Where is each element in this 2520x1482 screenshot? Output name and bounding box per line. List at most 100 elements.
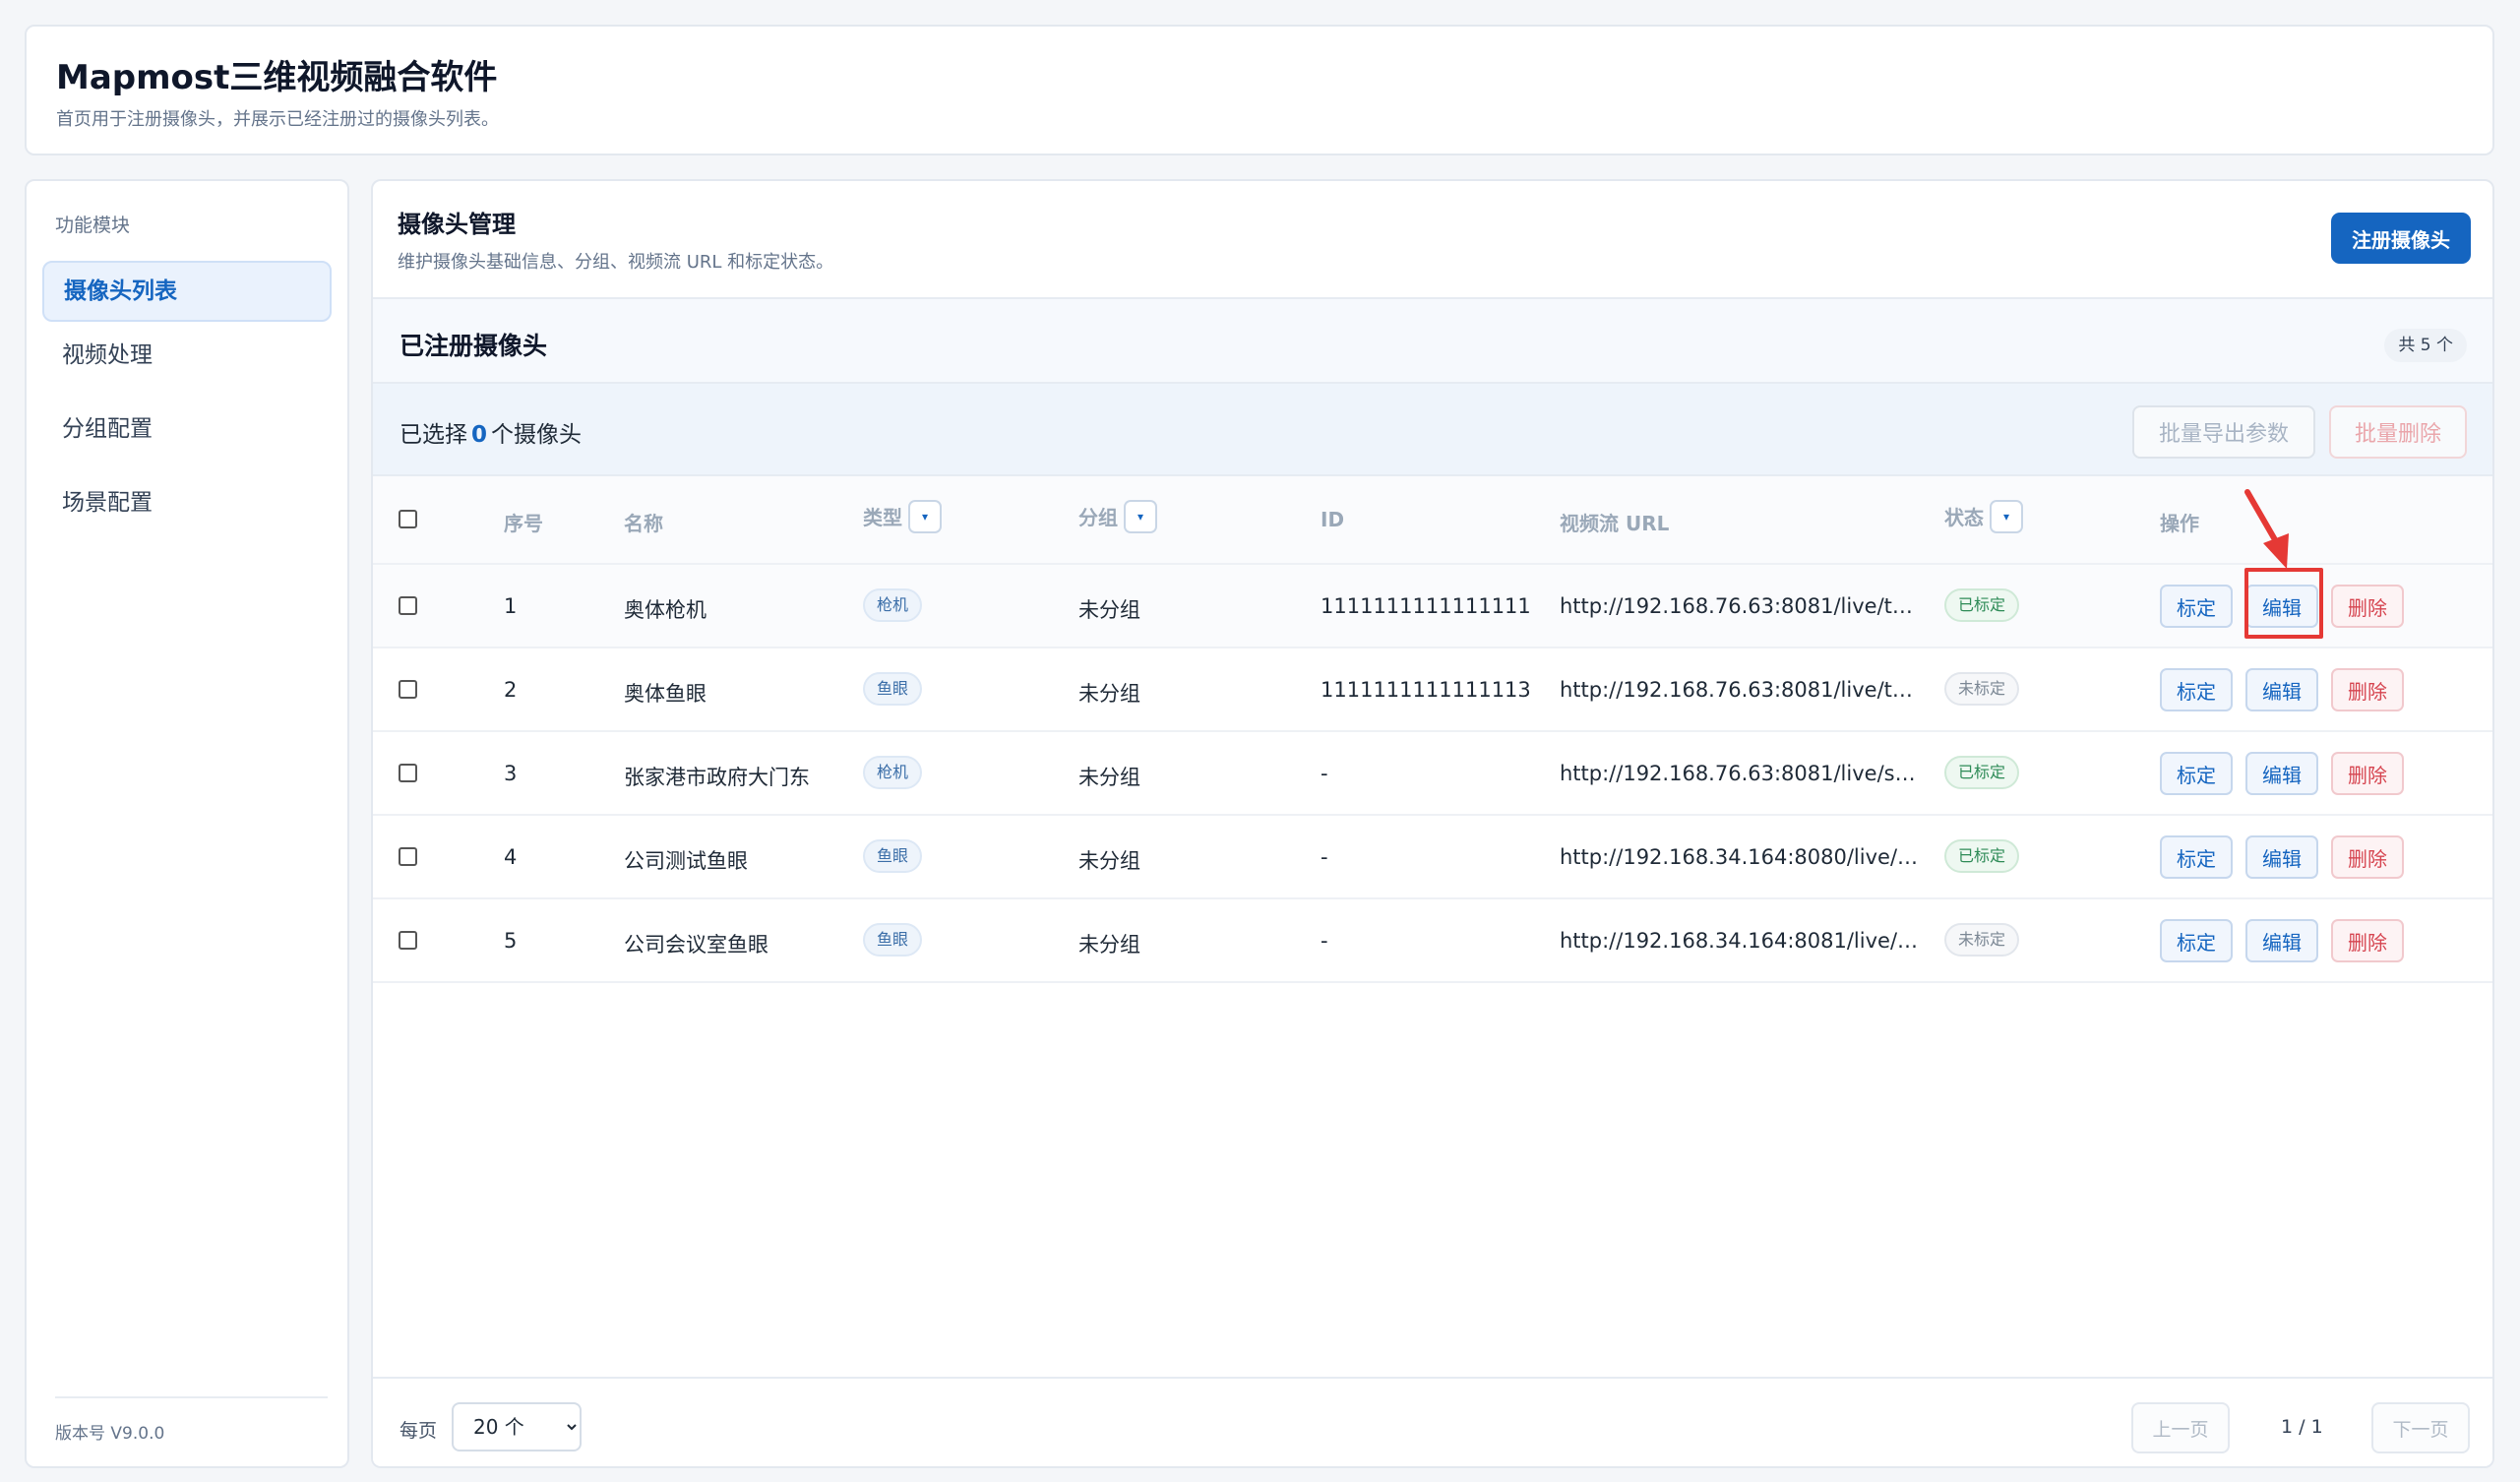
delete-button[interactable]: 删除 bbox=[2331, 752, 2404, 795]
calibrate-button[interactable]: 标定 bbox=[2160, 919, 2233, 962]
type-filter-icon[interactable]: ▾ bbox=[908, 499, 942, 533]
sidebar: 功能模块 摄像头列表 视频处理 分组配置 场景配置 版本号 V9.0.0 bbox=[25, 179, 349, 1468]
total-count-badge: 共 5 个 bbox=[2384, 329, 2467, 362]
edit-button[interactable]: 编辑 bbox=[2245, 668, 2318, 711]
edit-button[interactable]: 编辑 bbox=[2245, 585, 2318, 628]
row-group: 未分组 bbox=[1078, 933, 1140, 957]
page-info: 1 / 1 bbox=[2281, 1416, 2323, 1438]
app-header: Mapmost三维视频融合软件 首页用于注册摄像头，并展示已经注册过的摄像头列表… bbox=[25, 25, 2494, 155]
row-url: http://192.168.34.164:8081/live/0··· bbox=[1560, 929, 1924, 953]
app-title: Mapmost三维视频融合软件 bbox=[56, 58, 498, 97]
calibrate-button[interactable]: 标定 bbox=[2160, 835, 2233, 879]
col-type-label: 类型 bbox=[863, 506, 902, 529]
sidebar-item-scene-config[interactable]: 场景配置 bbox=[42, 472, 332, 533]
row-name: 奥体鱼眼 bbox=[624, 682, 707, 706]
type-badge: 鱼眼 bbox=[863, 672, 923, 706]
row-checkbox[interactable] bbox=[399, 596, 417, 615]
selection-suffix: 个摄像头 bbox=[491, 422, 583, 448]
status-badge: 未标定 bbox=[1944, 923, 2020, 957]
calibrate-button[interactable]: 标定 bbox=[2160, 668, 2233, 711]
row-name: 张家港市政府大门东 bbox=[624, 766, 810, 789]
col-type: 类型 ▾ bbox=[863, 499, 942, 536]
col-id: ID bbox=[1321, 508, 1345, 531]
sidebar-title: 功能模块 bbox=[55, 215, 131, 236]
row-checkbox[interactable] bbox=[399, 764, 417, 782]
row-index: 4 bbox=[504, 845, 518, 869]
row-name: 公司会议室鱼眼 bbox=[624, 933, 768, 957]
sidebar-item-camera-list[interactable]: 摄像头列表 bbox=[42, 261, 332, 322]
row-group: 未分组 bbox=[1078, 682, 1140, 706]
status-badge: 已标定 bbox=[1944, 839, 2020, 873]
table-row: 1 奥体枪机 枪机 未分组 1111111111111111 http://19… bbox=[373, 565, 2492, 648]
row-name: 奥体枪机 bbox=[624, 598, 707, 622]
bulk-export-button[interactable]: 批量导出参数 bbox=[2132, 405, 2315, 459]
row-group: 未分组 bbox=[1078, 598, 1140, 622]
row-index: 2 bbox=[504, 678, 518, 702]
row-url: http://192.168.76.63:8081/live/szf··· bbox=[1560, 762, 1924, 785]
bulk-delete-button[interactable]: 批量删除 bbox=[2329, 405, 2467, 459]
sidebar-item-label: 场景配置 bbox=[62, 490, 153, 516]
calibrate-button[interactable]: 标定 bbox=[2160, 585, 2233, 628]
edit-button[interactable]: 编辑 bbox=[2245, 919, 2318, 962]
row-checkbox[interactable] bbox=[399, 847, 417, 866]
registered-header: 已注册摄像头 共 5 个 bbox=[373, 297, 2492, 384]
row-index: 3 bbox=[504, 762, 518, 785]
sidebar-item-video-processing[interactable]: 视频处理 bbox=[42, 325, 332, 386]
type-badge: 鱼眼 bbox=[863, 839, 923, 873]
delete-button[interactable]: 删除 bbox=[2331, 835, 2404, 879]
pagination-bar: 每页 20 个 上一页 1 / 1 下一页 bbox=[373, 1377, 2492, 1466]
status-filter-icon[interactable]: ▾ bbox=[1990, 499, 2023, 533]
sidebar-divider bbox=[55, 1396, 328, 1398]
main-panel: 摄像头管理 维护摄像头基础信息、分组、视频流 URL 和标定状态。 注册摄像头 … bbox=[371, 179, 2494, 1468]
row-checkbox[interactable] bbox=[399, 931, 417, 950]
table-row: 5 公司会议室鱼眼 鱼眼 未分组 - http://192.168.34.164… bbox=[373, 899, 2492, 983]
row-url: http://192.168.34.164:8080/live/0··· bbox=[1560, 845, 1924, 869]
col-name: 名称 bbox=[624, 512, 663, 535]
edit-button[interactable]: 编辑 bbox=[2245, 752, 2318, 795]
type-badge: 枪机 bbox=[863, 756, 923, 789]
row-id: 1111111111111113 bbox=[1321, 678, 1531, 702]
delete-button[interactable]: 删除 bbox=[2331, 919, 2404, 962]
col-status: 状态 ▾ bbox=[1944, 499, 2023, 536]
row-id: - bbox=[1321, 762, 1328, 785]
sidebar-item-group-config[interactable]: 分组配置 bbox=[42, 399, 332, 460]
page-description: 维护摄像头基础信息、分组、视频流 URL 和标定状态。 bbox=[398, 252, 834, 273]
selection-bar: 已选择 0 个摄像头 批量导出参数 批量删除 bbox=[373, 384, 2492, 476]
col-group-label: 分组 bbox=[1078, 506, 1118, 529]
col-status-label: 状态 bbox=[1944, 506, 1984, 529]
delete-button[interactable]: 删除 bbox=[2331, 585, 2404, 628]
calibrate-button[interactable]: 标定 bbox=[2160, 752, 2233, 795]
row-name: 公司测试鱼眼 bbox=[624, 849, 748, 873]
delete-button[interactable]: 删除 bbox=[2331, 668, 2404, 711]
row-id: 1111111111111111 bbox=[1321, 594, 1531, 618]
page-size-select[interactable]: 20 个 bbox=[452, 1402, 582, 1451]
table-row: 3 张家港市政府大门东 枪机 未分组 - http://192.168.76.6… bbox=[373, 732, 2492, 816]
table-row: 4 公司测试鱼眼 鱼眼 未分组 - http://192.168.34.164:… bbox=[373, 816, 2492, 899]
sidebar-item-label: 视频处理 bbox=[62, 342, 153, 368]
next-page-button[interactable]: 下一页 bbox=[2371, 1402, 2470, 1453]
selection-count: 0 bbox=[471, 422, 488, 448]
group-filter-icon[interactable]: ▾ bbox=[1124, 499, 1157, 533]
annotation-arrow-icon bbox=[2244, 489, 2289, 569]
row-checkbox[interactable] bbox=[399, 680, 417, 699]
select-all-checkbox[interactable] bbox=[399, 510, 417, 528]
status-badge: 未标定 bbox=[1944, 672, 2020, 706]
sidebar-item-label: 摄像头列表 bbox=[64, 278, 177, 304]
col-url: 视频流 URL bbox=[1560, 512, 1670, 535]
row-index: 5 bbox=[504, 929, 518, 953]
status-badge: 已标定 bbox=[1944, 756, 2020, 789]
row-url: http://192.168.76.63:8081/live/te··· bbox=[1560, 678, 1924, 702]
row-id: - bbox=[1321, 929, 1328, 953]
type-badge: 鱼眼 bbox=[863, 923, 923, 957]
type-badge: 枪机 bbox=[863, 588, 923, 622]
registered-title: 已注册摄像头 bbox=[400, 332, 548, 360]
version-label: 版本号 V9.0.0 bbox=[55, 1424, 165, 1444]
table-header: 序号 名称 类型 ▾ 分组 ▾ ID 视频流 URL 状态 ▾ 操作 bbox=[373, 476, 2492, 565]
row-group: 未分组 bbox=[1078, 849, 1140, 873]
edit-button[interactable]: 编辑 bbox=[2245, 835, 2318, 879]
row-url: http://192.168.76.63:8081/live/te··· bbox=[1560, 594, 1924, 618]
prev-page-button[interactable]: 上一页 bbox=[2131, 1402, 2230, 1453]
page-title: 摄像头管理 bbox=[398, 211, 516, 238]
register-camera-button[interactable]: 注册摄像头 bbox=[2331, 213, 2471, 264]
app-description: 首页用于注册摄像头，并展示已经注册过的摄像头列表。 bbox=[56, 109, 499, 130]
